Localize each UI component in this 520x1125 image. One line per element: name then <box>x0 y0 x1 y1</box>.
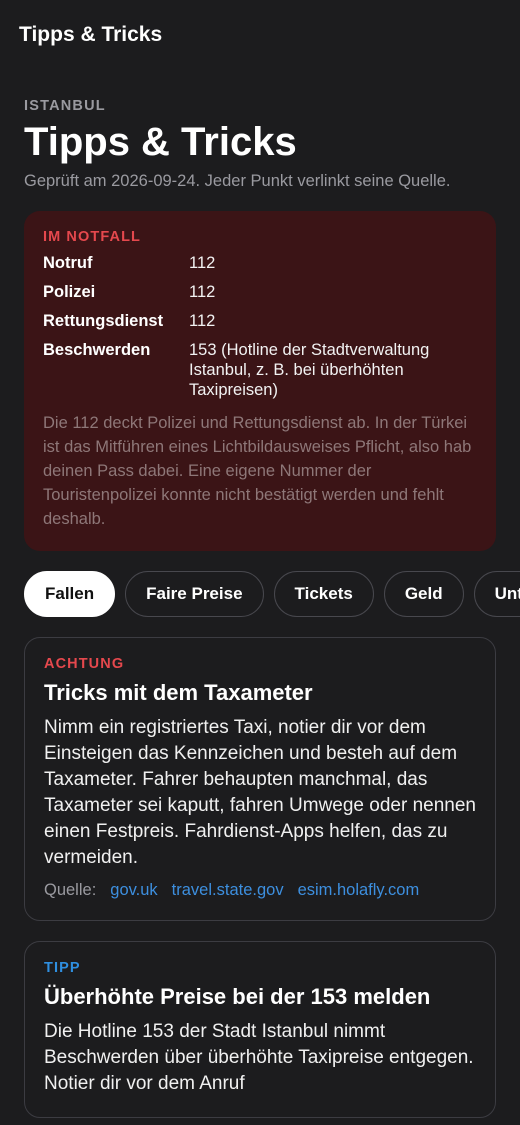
tab-geld[interactable]: Geld <box>383 571 464 617</box>
emergency-panel: IM NOTFALL Notruf 112 Polizei 112 Rettun… <box>24 211 496 551</box>
card-body: Die Hotline 153 der Stadt Istanbul nimmt… <box>44 1021 474 1094</box>
emergency-label: Notruf <box>43 254 93 272</box>
city-eyebrow: ISTANBUL <box>24 98 106 114</box>
emergency-label: Beschwerden <box>43 341 151 359</box>
emergency-row-notruf: Notruf 112 <box>43 253 459 282</box>
cards-list: ACHTUNG Tricks mit dem Taxameter Nimm ei… <box>0 637 520 1118</box>
emergency-label: Rettungsdienst <box>43 312 164 330</box>
emergency-row-polizei: Polizei 112 <box>43 282 459 311</box>
page-title: Tipps & Tricks <box>24 120 297 164</box>
card-title: Überhöhte Preise bei der 153 melden <box>44 984 431 1009</box>
tab-fallen[interactable]: Fallen <box>24 571 116 617</box>
tip-card: TIPP Überhöhte Preise bei der 153 melden… <box>24 941 496 1118</box>
card-title: Tricks mit dem Taxameter <box>44 680 313 705</box>
source-link[interactable]: travel.state.gov <box>172 881 284 900</box>
emergency-heading: IM NOTFALL <box>43 229 141 245</box>
source-link[interactable]: gov.uk <box>110 881 157 900</box>
card-tag: TIPP <box>44 960 81 976</box>
emergency-row-rettungsdienst: Rettungsdienst 112 <box>43 311 459 340</box>
source-link[interactable]: esim.holafly.com <box>298 881 420 900</box>
card-tag: ACHTUNG <box>44 656 125 672</box>
emergency-number[interactable]: 112 <box>189 253 459 282</box>
tab-faire-preise[interactable]: Faire Preise <box>125 571 264 617</box>
tab-unt[interactable]: Unt <box>473 571 520 617</box>
emergency-table: Notruf 112 Polizei 112 Rettungsdienst 11… <box>43 253 459 409</box>
emergency-note: Die 112 deckt Polizei und Rettungsdienst… <box>43 414 472 528</box>
emergency-number[interactable]: 112 <box>189 282 459 311</box>
top-bar-title: Tipps & Tricks <box>19 23 163 46</box>
category-tabs: Fallen Faire Preise Tickets Geld Unt <box>0 571 520 617</box>
emergency-number[interactable]: 153 (Hotline der Stadtverwaltung Istanbu… <box>189 340 459 409</box>
card-body: Nimm ein registriertes Taxi, notier dir … <box>44 717 476 868</box>
emergency-label: Polizei <box>43 283 96 301</box>
sources-label: Quelle: <box>44 881 97 899</box>
tip-card: ACHTUNG Tricks mit dem Taxameter Nimm ei… <box>24 637 496 921</box>
card-sources: Quelle: gov.uk travel.state.gov esim.hol… <box>44 881 476 900</box>
page-subtitle: Geprüft am 2026-09-24. Jeder Punkt verli… <box>24 172 451 190</box>
tab-tickets[interactable]: Tickets <box>273 571 374 617</box>
emergency-row-beschwerden: Beschwerden 153 (Hotline der Stadtverwal… <box>43 340 459 409</box>
top-bar: Tipps & Tricks <box>0 0 520 72</box>
screen: Tipps & Tricks ISTANBUL Tipps & Tricks G… <box>0 0 520 1125</box>
emergency-number[interactable]: 112 <box>189 311 459 340</box>
content: ISTANBUL Tipps & Tricks Geprüft am 2026-… <box>0 98 520 551</box>
